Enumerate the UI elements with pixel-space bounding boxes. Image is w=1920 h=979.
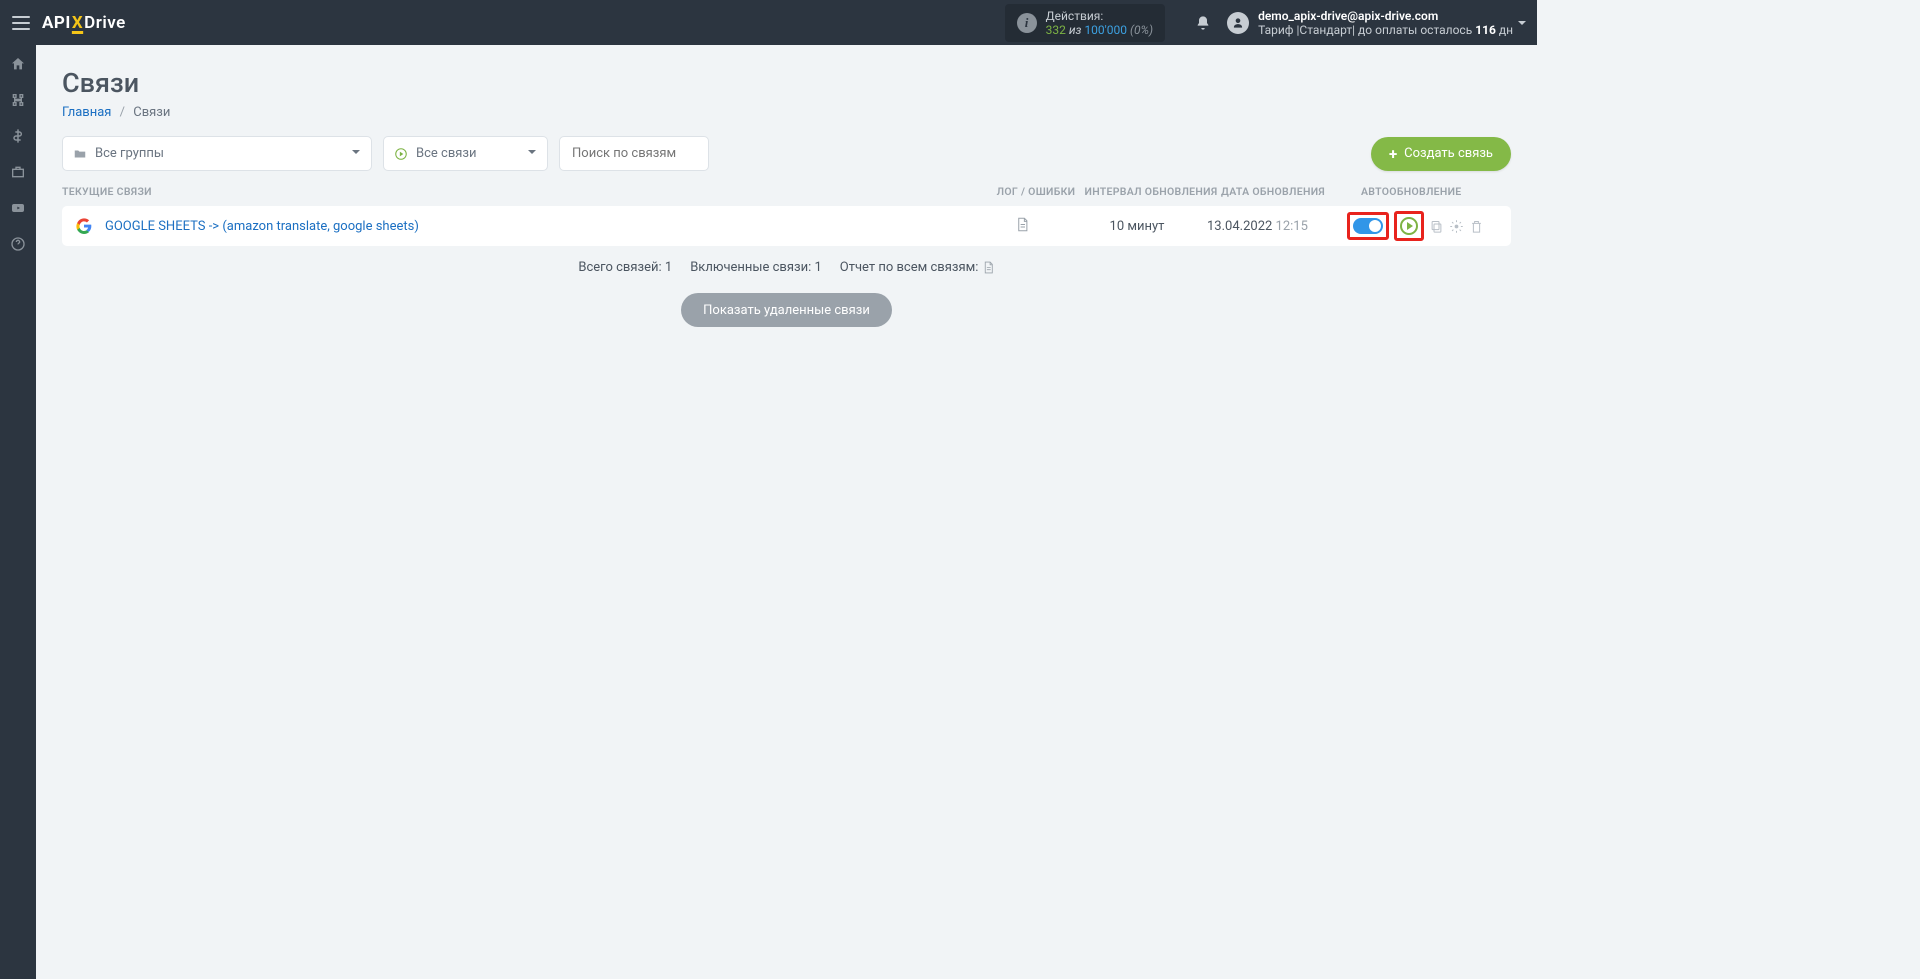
connections-select[interactable]: Все связи bbox=[383, 136, 548, 171]
autoupdate-toggle[interactable] bbox=[1353, 218, 1383, 234]
th-current: ТЕКУЩИЕ СВЯЗИ bbox=[62, 185, 991, 198]
play-circle-icon bbox=[394, 147, 408, 161]
interval-value: 10 минут bbox=[1067, 219, 1207, 234]
google-icon bbox=[76, 218, 92, 234]
avatar-icon bbox=[1227, 12, 1249, 34]
date-value: 13.04.2022 12:15 bbox=[1207, 219, 1347, 234]
document-icon bbox=[982, 260, 995, 275]
connection-link[interactable]: GOOGLE SHEETS -> (amazon translate, goog… bbox=[105, 219, 419, 234]
chevron-down-icon bbox=[351, 146, 361, 161]
show-deleted-button[interactable]: Показать удаленные связи bbox=[681, 293, 892, 327]
table-row: GOOGLE SHEETS -> (amazon translate, goog… bbox=[62, 206, 1511, 246]
help-icon[interactable] bbox=[9, 235, 27, 253]
crumb-current: Связи bbox=[133, 105, 170, 120]
copy-button[interactable] bbox=[1429, 219, 1444, 234]
tariff-info: Тариф |Стандарт| до оплаты осталось 116 … bbox=[1258, 23, 1513, 37]
all-report-link[interactable]: Отчет по всем связям: bbox=[840, 260, 995, 275]
search-input[interactable] bbox=[559, 136, 709, 171]
user-email: demo_apix-drive@apix-drive.com bbox=[1258, 9, 1513, 23]
highlight-toggle bbox=[1347, 212, 1389, 240]
filters-row: Все группы Все связи + Создать связь bbox=[62, 136, 1511, 171]
menu-toggle-button[interactable] bbox=[12, 16, 30, 30]
log-button[interactable] bbox=[977, 217, 1067, 236]
actions-counter[interactable]: i Действия: 332 из 100'000 (0%) bbox=[1005, 4, 1166, 42]
groups-select[interactable]: Все группы bbox=[62, 136, 372, 171]
briefcase-icon[interactable] bbox=[9, 163, 27, 181]
table-header: ТЕКУЩИЕ СВЯЗИ ЛОГ / ОШИБКИ ИНТЕРВАЛ ОБНО… bbox=[62, 185, 1511, 206]
folder-icon bbox=[73, 147, 87, 161]
info-icon: i bbox=[1017, 13, 1037, 33]
main-content: Связи Главная / Связи Все группы Все свя… bbox=[36, 45, 1537, 327]
th-log: ЛОГ / ОШИБКИ bbox=[991, 185, 1081, 198]
delete-button[interactable] bbox=[1469, 219, 1484, 234]
page-title: Связи bbox=[62, 67, 1511, 99]
crumb-home[interactable]: Главная bbox=[62, 105, 111, 120]
sidebar bbox=[0, 45, 36, 979]
th-auto: АВТООБНОВЛЕНИЕ bbox=[1361, 185, 1511, 198]
create-connection-button[interactable]: + Создать связь bbox=[1371, 137, 1511, 171]
actions-label: Действия: bbox=[1046, 9, 1154, 23]
highlight-run bbox=[1394, 211, 1424, 241]
topbar: APIXDrive i Действия: 332 из 100'000 (0%… bbox=[0, 0, 1537, 45]
settings-button[interactable] bbox=[1449, 219, 1464, 234]
th-date: ДАТА ОБНОВЛЕНИЯ bbox=[1221, 185, 1361, 198]
chevron-down-icon bbox=[527, 146, 537, 161]
run-button[interactable] bbox=[1400, 217, 1418, 235]
stats-row: Всего связей: 1 Включенные связи: 1 Отче… bbox=[62, 260, 1511, 275]
plus-icon: + bbox=[1389, 145, 1397, 163]
th-interval: ИНТЕРВАЛ ОБНОВЛЕНИЯ bbox=[1081, 185, 1221, 198]
logo[interactable]: APIXDrive bbox=[42, 13, 126, 33]
connections-icon[interactable] bbox=[9, 91, 27, 109]
youtube-icon[interactable] bbox=[9, 199, 27, 217]
chevron-down-icon[interactable] bbox=[1517, 13, 1527, 32]
breadcrumb: Главная / Связи bbox=[62, 105, 1511, 120]
billing-icon[interactable] bbox=[9, 127, 27, 145]
home-icon[interactable] bbox=[9, 55, 27, 73]
user-menu[interactable]: demo_apix-drive@apix-drive.com Тариф |Ст… bbox=[1227, 9, 1537, 37]
notifications-icon[interactable] bbox=[1195, 15, 1211, 31]
